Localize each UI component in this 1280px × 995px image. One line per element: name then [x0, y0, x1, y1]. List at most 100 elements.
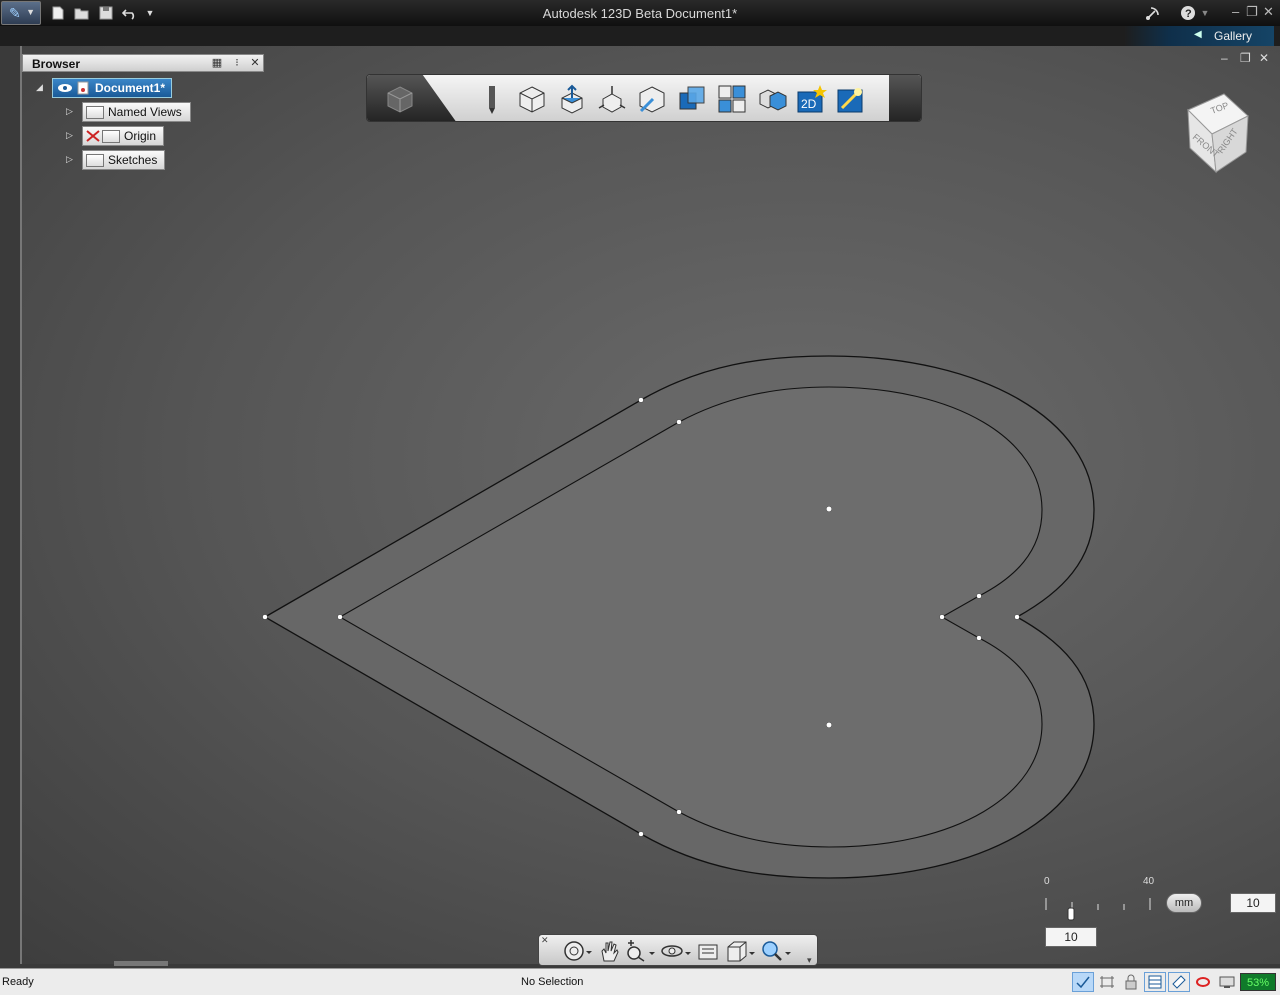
chevron-left-icon: ◀	[1194, 29, 1202, 40]
extrude-icon	[561, 84, 583, 114]
pan-hand-icon	[601, 941, 619, 962]
collapse-arrow-icon[interactable]: ◢	[36, 82, 43, 93]
magnifier-icon	[762, 941, 791, 961]
scale-ruler[interactable]	[1040, 892, 1160, 932]
sketch-point[interactable]	[976, 593, 982, 599]
viewcube[interactable]: TOP FRONT RIGHT	[1180, 86, 1260, 176]
zoom-button[interactable]	[623, 939, 657, 963]
pan-button[interactable]	[597, 939, 621, 963]
sketch-tool-button[interactable]	[475, 82, 509, 116]
sketch-point[interactable]	[976, 635, 982, 641]
help-icon: ?	[1181, 6, 1195, 20]
section-mode-button[interactable]	[1192, 972, 1214, 992]
sketch-point[interactable]	[676, 809, 682, 815]
communication-center-button[interactable]	[1144, 3, 1162, 23]
close-icon[interactable]: ✕	[541, 935, 549, 946]
grid-spacing-field[interactable]: 10	[1230, 893, 1276, 913]
look-at-button[interactable]	[695, 939, 721, 963]
grid-size-field[interactable]: 10	[1045, 927, 1097, 947]
gallery-bar: ◀ Gallery	[0, 26, 1280, 46]
zoom-window-button[interactable]	[759, 939, 793, 963]
chevron-down-icon[interactable]: ▾	[807, 955, 812, 966]
primitives-button[interactable]	[515, 82, 549, 116]
steering-wheel-button[interactable]	[559, 939, 595, 963]
status-bar: Ready No Selection 53%	[0, 968, 1280, 995]
sketch-point[interactable]	[825, 721, 833, 729]
check-icon	[1076, 976, 1090, 989]
material-mode-button[interactable]	[1168, 972, 1190, 992]
help-button[interactable]: ?	[1178, 3, 1198, 23]
monitor-button[interactable]	[1216, 972, 1238, 992]
grouping-button[interactable]	[755, 82, 789, 116]
sketch-point[interactable]	[638, 397, 644, 403]
gallery-tab[interactable]: ◀ Gallery	[1124, 26, 1274, 46]
browser-panel-header: Browser ▦ ⁝ ✕	[22, 54, 264, 72]
render-button[interactable]	[835, 82, 869, 116]
expand-arrow-icon[interactable]: ▷	[66, 130, 73, 141]
toolbar-end-cap	[889, 75, 921, 121]
monitor-icon	[1219, 976, 1235, 988]
expand-arrow-icon[interactable]: ▷	[66, 106, 73, 117]
sketch-point[interactable]	[262, 614, 268, 620]
main-menu-button[interactable]	[383, 82, 417, 116]
restore-window-button[interactable]: ❐	[1246, 4, 1258, 20]
node-label: Sketches	[108, 153, 158, 167]
move-icon	[598, 86, 626, 113]
svg-text:2D: 2D	[801, 97, 817, 111]
heart-inner-profile[interactable]	[338, 386, 1043, 848]
sketch-point[interactable]	[1014, 614, 1020, 620]
sketch-canvas[interactable]	[22, 46, 1280, 964]
browser-node-origin[interactable]: Origin	[82, 126, 164, 146]
sketch-point[interactable]	[337, 614, 343, 620]
unit-button[interactable]: mm	[1166, 893, 1202, 913]
browser-node-named-views[interactable]: Named Views	[82, 102, 191, 122]
paper-icon	[1172, 975, 1186, 989]
grid-toggle-button[interactable]	[1096, 972, 1118, 992]
pattern-button[interactable]	[715, 82, 749, 116]
expand-arrow-icon[interactable]: ▷	[66, 154, 73, 165]
minimize-window-button[interactable]: –	[1232, 4, 1239, 19]
2d-drawing-button[interactable]: 2D	[795, 82, 829, 116]
extrude-button[interactable]	[555, 82, 589, 116]
pencil-icon	[489, 86, 495, 114]
pattern-icon	[718, 85, 746, 113]
modify-button[interactable]	[635, 82, 669, 116]
combine-button[interactable]	[675, 82, 709, 116]
lock-icon	[1125, 974, 1137, 990]
close-icon[interactable]: ✕	[248, 56, 262, 70]
lock-toggle-button[interactable]	[1120, 972, 1142, 992]
viewport-close-button[interactable]: ✕	[1259, 51, 1269, 65]
steering-wheel-icon	[564, 941, 592, 961]
help-dropdown[interactable]: ▼	[1200, 3, 1210, 23]
window-title: Autodesk 123D Beta Document1*	[542, 6, 738, 21]
zoom-icon	[627, 940, 655, 962]
calculator-icon[interactable]: ▦	[210, 56, 224, 70]
snap-toggle-button[interactable]	[1072, 972, 1094, 992]
drawing-2d-icon: 2D	[797, 85, 827, 113]
modify-icon	[639, 86, 665, 113]
grouping-icon	[759, 89, 787, 111]
pin-icon[interactable]: ⁝	[230, 56, 244, 70]
folder-icon	[86, 153, 104, 167]
transform-button[interactable]	[595, 82, 629, 116]
sketch-point[interactable]	[638, 831, 644, 837]
viewport[interactable]	[20, 46, 1280, 964]
close-window-button[interactable]: ✕	[1263, 4, 1274, 20]
sketch-point[interactable]	[939, 614, 945, 620]
cube-grid-icon	[387, 86, 413, 113]
sketch-point[interactable]	[676, 419, 682, 425]
browser-node-sketches[interactable]: Sketches	[82, 150, 165, 170]
display-mode-button[interactable]	[1144, 972, 1166, 992]
viewport-minimize-button[interactable]: –	[1221, 51, 1228, 65]
viewcube-icon: TOP FRONT RIGHT	[1187, 93, 1249, 174]
svg-text:?: ?	[1185, 8, 1192, 20]
orbit-button[interactable]	[659, 939, 693, 963]
gallery-label: Gallery	[1214, 29, 1253, 43]
viewport-restore-button[interactable]: ❐	[1240, 51, 1251, 65]
browser-node-document[interactable]: Document1*	[52, 78, 172, 98]
satellite-icon	[1146, 7, 1159, 20]
panel-resize-grip[interactable]	[114, 961, 168, 966]
sketch-point[interactable]	[825, 505, 833, 513]
view-mode-button[interactable]	[723, 939, 757, 963]
main-toolbar: 2D	[366, 74, 922, 122]
